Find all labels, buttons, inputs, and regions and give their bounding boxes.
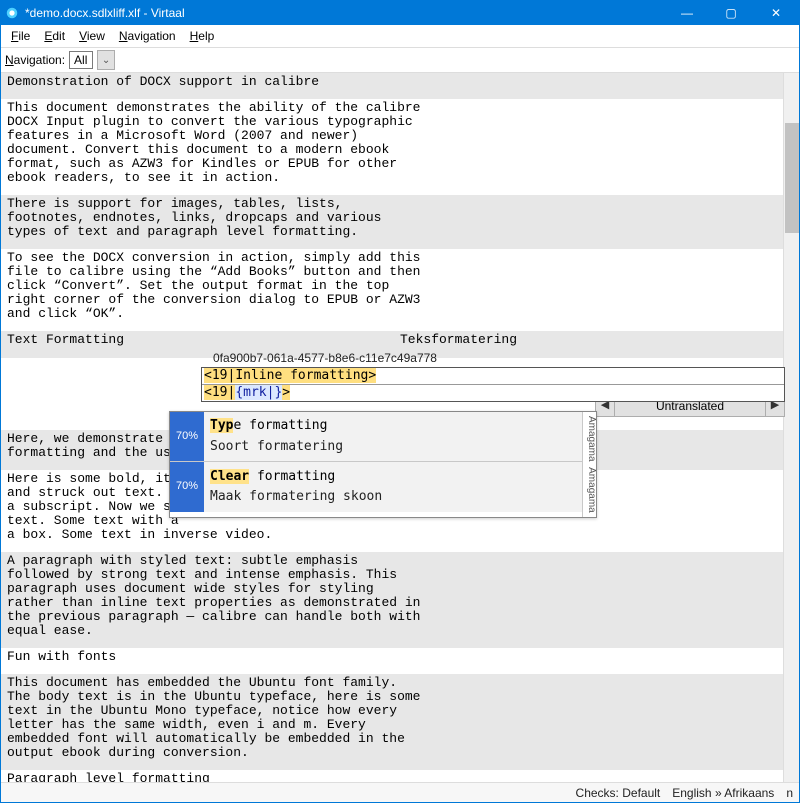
navigation-dropdown-icon[interactable]: ⌄: [97, 50, 115, 70]
status-extra: n: [786, 786, 793, 800]
status-bar: Checks: Default English » Afrikaans n: [1, 782, 799, 802]
segment-row[interactable]: To see the DOCX conversion in action, si…: [1, 249, 799, 331]
vertical-scrollbar[interactable]: [783, 73, 799, 782]
suggestion-target: Soort formatering: [210, 440, 576, 454]
menu-file-label: ile: [18, 29, 30, 43]
segment-target: Teksformatering: [400, 333, 793, 347]
app-icon: [5, 6, 19, 20]
tag-close: >: [282, 385, 290, 400]
source-field[interactable]: <19|Inline formatting>: [202, 368, 784, 385]
match-percentage: 70%: [170, 462, 204, 512]
unit-id: 0fa900b7-061a-4577-b8e6-c11e7c49a778: [201, 352, 785, 365]
segment-row[interactable]: Fun with fonts: [1, 648, 799, 674]
menu-help[interactable]: Help: [184, 27, 221, 45]
segment-row[interactable]: This document demonstrates the ability o…: [1, 99, 799, 195]
scrollbar-thumb[interactable]: [785, 123, 799, 233]
tag-open: <19|: [204, 385, 235, 400]
segment-row[interactable]: A paragraph with styled text: subtle emp…: [1, 552, 799, 648]
menu-bar: File Edit View Navigation Help: [1, 25, 799, 48]
tag-open: <19|Inline formatting>: [204, 368, 376, 383]
translation-editor: 0fa900b7-061a-4577-b8e6-c11e7c49a778 <19…: [201, 352, 785, 402]
close-button[interactable]: ✕: [753, 1, 799, 25]
segment-row[interactable]: This document has embedded the Ubuntu fo…: [1, 674, 799, 770]
tag-mrk: {mrk|}: [235, 385, 282, 400]
navigation-value[interactable]: All: [69, 51, 93, 69]
menu-edit-label: dit: [52, 29, 65, 43]
title-bar: *demo.docx.sdlxliff.xlf - Virtaal — ▢ ✕: [1, 1, 799, 25]
minimize-button[interactable]: —: [665, 1, 709, 25]
suggestion-source: Clear formatting: [210, 470, 576, 484]
window-title: *demo.docx.sdlxliff.xlf - Virtaal: [25, 6, 185, 20]
menu-view-label: iew: [87, 29, 105, 43]
navigation-label: Navigation:: [5, 53, 65, 67]
status-language[interactable]: English » Afrikaans: [672, 786, 774, 800]
suggestion-provider: Amagama Amagama: [582, 412, 596, 517]
content-area: Demonstration of DOCX support in calibre…: [1, 73, 799, 782]
suggestion-target: Maak formatering skoon: [210, 490, 576, 504]
target-field[interactable]: <19|{mrk|}>: [202, 385, 784, 401]
segment-source: Text Formatting: [7, 333, 400, 347]
menu-file[interactable]: File: [5, 27, 36, 45]
segment-row[interactable]: Demonstration of DOCX support in calibre: [1, 73, 799, 99]
menu-help-label: elp: [198, 29, 214, 43]
menu-navigation-label: avigation: [128, 29, 176, 43]
suggestion-row[interactable]: 70% Type formatting Soort formatering: [170, 412, 582, 462]
menu-view[interactable]: View: [73, 27, 111, 45]
segment-row[interactable]: Paragraph level formatting: [1, 770, 799, 782]
match-percentage: 70%: [170, 412, 204, 461]
status-checks[interactable]: Checks: Default: [576, 786, 661, 800]
tm-suggestions: 70% Type formatting Soort formatering 70…: [169, 411, 597, 518]
menu-edit[interactable]: Edit: [38, 27, 71, 45]
suggestion-source: Type formatting: [210, 419, 576, 433]
suggestion-row[interactable]: 70% Clear formatting Maak formatering sk…: [170, 462, 582, 512]
navigation-row: Navigation: All ⌄: [1, 48, 799, 73]
maximize-button[interactable]: ▢: [709, 1, 753, 25]
segment-row[interactable]: There is support for images, tables, lis…: [1, 195, 799, 249]
menu-navigation[interactable]: Navigation: [113, 27, 182, 45]
